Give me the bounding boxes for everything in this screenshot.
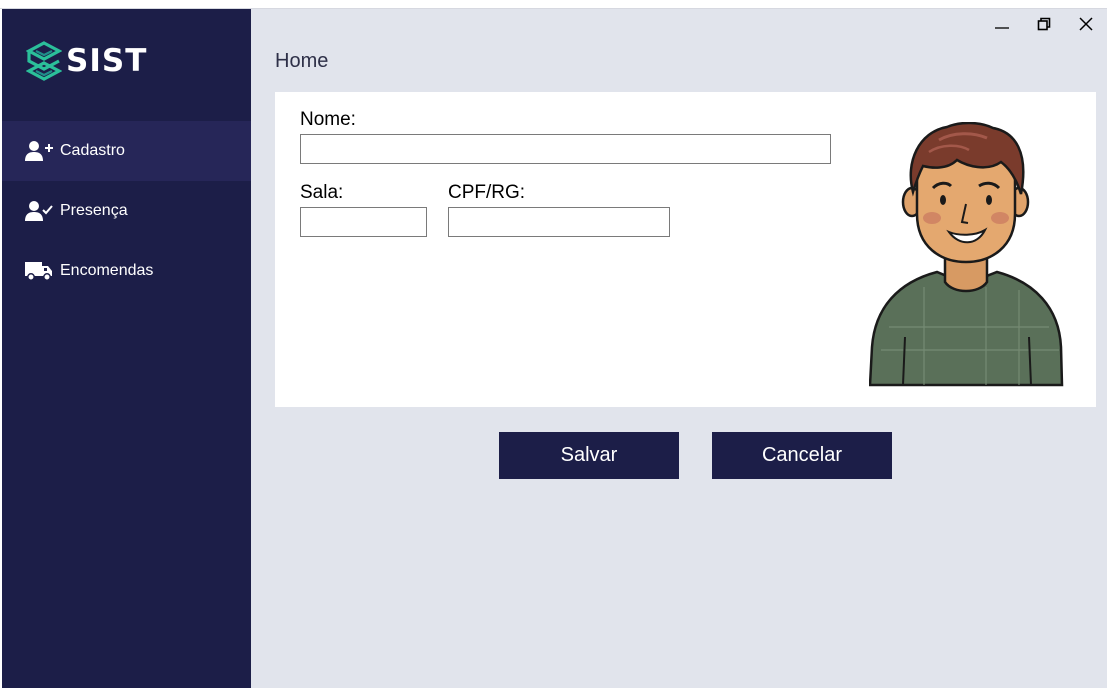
window-top-border <box>0 0 1107 9</box>
user-plus-icon <box>25 139 53 163</box>
cancel-button[interactable]: Cancelar <box>712 432 892 479</box>
cpf-rg-label: CPF/RG: <box>448 182 526 203</box>
logo-mark-icon <box>26 41 62 81</box>
app-window: SIST Cadastro Presença Encomendas Home N… <box>0 0 1107 688</box>
sala-label: Sala: <box>300 182 344 203</box>
sala-input[interactable] <box>300 207 427 237</box>
sidebar-item-cadastro[interactable]: Cadastro <box>2 121 251 181</box>
sidebar: SIST Cadastro Presença Encomendas <box>2 9 251 688</box>
save-button[interactable]: Salvar <box>499 432 679 479</box>
sidebar-item-encomendas[interactable]: Encomendas <box>2 241 251 301</box>
main-content: Home Nome: Sala: CPF/RG: Salvar Cancelar <box>251 9 1107 688</box>
close-icon <box>1079 17 1093 31</box>
restore-icon <box>1037 17 1051 31</box>
user-check-icon <box>25 199 53 223</box>
logo-text: SIST <box>66 43 148 79</box>
truck-icon <box>25 259 53 283</box>
sidebar-item-presenca[interactable]: Presença <box>2 181 251 241</box>
minimize-button[interactable] <box>981 9 1023 39</box>
minimize-icon <box>995 27 1009 29</box>
sidebar-item-label: Encomendas <box>60 262 154 279</box>
sidebar-nav: Cadastro Presença Encomendas <box>2 121 251 301</box>
user-avatar-illustration <box>869 122 1064 387</box>
restore-button[interactable] <box>1023 9 1065 39</box>
sidebar-item-label: Cadastro <box>60 142 125 159</box>
close-button[interactable] <box>1065 9 1107 39</box>
nome-label: Nome: <box>300 109 356 130</box>
app-logo: SIST <box>26 41 147 81</box>
cpf-rg-input[interactable] <box>448 207 670 237</box>
window-controls <box>981 9 1107 39</box>
nome-input[interactable] <box>300 134 831 164</box>
form-card: Nome: Sala: CPF/RG: <box>275 92 1096 407</box>
breadcrumb: Home <box>275 50 329 72</box>
sidebar-item-label: Presença <box>60 202 128 219</box>
